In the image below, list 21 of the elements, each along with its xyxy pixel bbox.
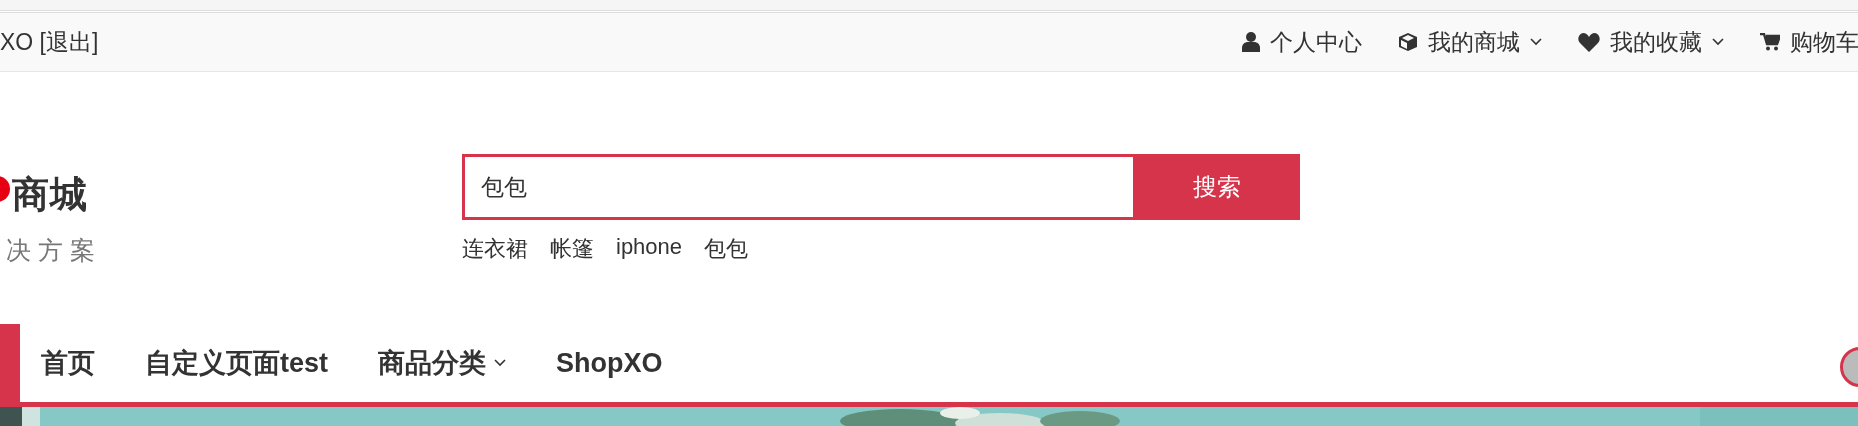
top-link[interactable]: 我的收藏 [1578, 26, 1724, 58]
nav-item[interactable]: 自定义页面test [145, 345, 328, 381]
top-link[interactable]: 我的商城 [1398, 26, 1542, 58]
nav-item[interactable]: ShopXO [556, 347, 663, 379]
hot-word-link[interactable]: 包包 [704, 234, 749, 264]
logo-tagline: 决方案 [6, 235, 103, 266]
nav-item[interactable]: 首页 [41, 345, 95, 381]
cube-icon [1398, 32, 1418, 52]
logo-title: 商城 [12, 173, 89, 217]
heart-icon [1578, 32, 1600, 52]
top-link[interactable]: 个人中心 [1242, 26, 1362, 58]
user-icon [1242, 32, 1260, 52]
nav-item[interactable]: 商品分类 [378, 345, 506, 381]
search-field[interactable]: 包包 搜索 [462, 154, 1300, 220]
hot-word-link[interactable]: 帐篷 [550, 234, 594, 264]
hot-word-link[interactable]: iphone [616, 234, 683, 264]
cart-icon [1760, 33, 1780, 51]
user-greeting: XO [退出] [0, 27, 99, 57]
hot-word-link[interactable]: 连衣裙 [462, 234, 528, 264]
search-button[interactable]: 搜索 [1133, 154, 1300, 220]
top-link[interactable]: 购物车 [1760, 26, 1858, 58]
